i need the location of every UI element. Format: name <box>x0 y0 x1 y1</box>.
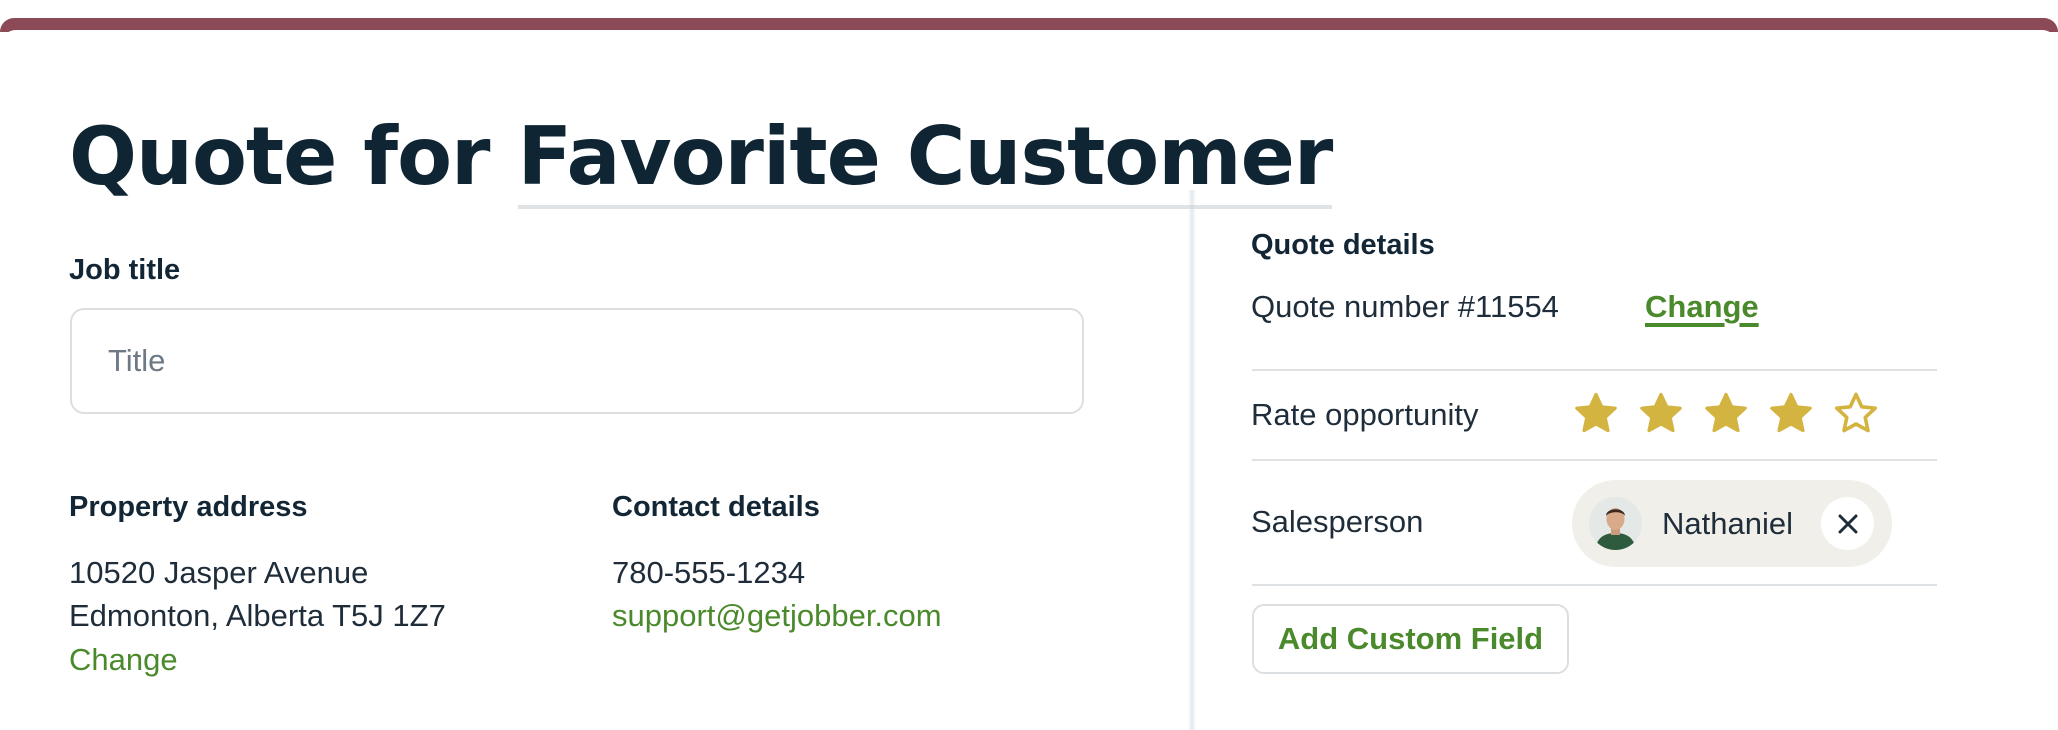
change-quote-number-link[interactable]: Change <box>1645 289 1759 325</box>
salesperson-name: Nathaniel <box>1662 505 1793 541</box>
address-line-2: Edmonton, Alberta T5J 1Z7 <box>69 598 446 633</box>
star-filled-icon[interactable] <box>1572 390 1620 438</box>
page-title: Quote for Favorite Customer <box>69 110 1333 209</box>
contact-email-link[interactable]: support@getjobber.com <box>612 598 942 634</box>
salesperson-label: Salesperson <box>1251 504 1424 539</box>
rating-stars[interactable] <box>1572 390 1880 438</box>
divider <box>1252 584 1937 586</box>
star-filled-icon[interactable] <box>1702 390 1750 438</box>
star-filled-icon[interactable] <box>1637 390 1685 438</box>
star-filled-icon[interactable] <box>1767 390 1815 438</box>
quote-details-title: Quote details <box>1251 229 1435 261</box>
add-custom-field-button[interactable]: Add Custom Field <box>1252 604 1569 674</box>
quote-number: Quote number #11554 <box>1251 289 1559 324</box>
job-title-input[interactable] <box>70 308 1084 414</box>
close-icon <box>1838 514 1857 533</box>
contact-phone: 780-555-1234 <box>612 555 806 590</box>
property-address-label: Property address <box>69 491 308 523</box>
avatar <box>1589 497 1642 550</box>
customer-name-link[interactable]: Favorite Customer <box>517 110 1333 209</box>
contact-details-label: Contact details <box>612 491 820 523</box>
divider <box>1252 369 1937 371</box>
change-property-link[interactable]: Change <box>69 642 178 678</box>
column-divider <box>1188 190 1196 730</box>
remove-salesperson-button[interactable] <box>1821 497 1874 550</box>
divider <box>1252 459 1937 461</box>
title-prefix: Quote for <box>69 110 490 203</box>
salesperson-chip[interactable]: Nathaniel <box>1572 480 1892 567</box>
rate-opportunity-label: Rate opportunity <box>1251 397 1479 432</box>
address-line-1: 10520 Jasper Avenue <box>69 555 369 590</box>
job-title-label: Job title <box>69 254 181 286</box>
star-outline-icon[interactable] <box>1832 390 1880 438</box>
